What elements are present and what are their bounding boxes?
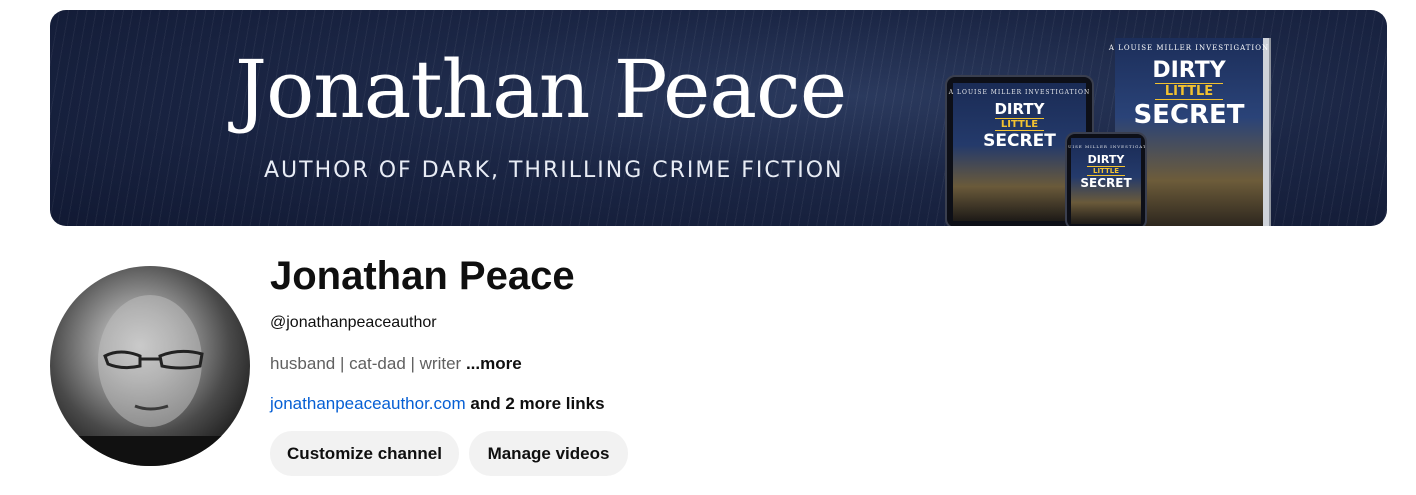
- customize-channel-button[interactable]: Customize channel: [270, 431, 459, 476]
- channel-name: Jonathan Peace: [270, 254, 575, 298]
- description-more-button[interactable]: ...more: [466, 354, 522, 373]
- phone-book-cover: A LOUISE MILLER INVESTIGATION DIRTY LITT…: [1067, 138, 1145, 224]
- more-links-button[interactable]: and 2 more links: [470, 394, 604, 413]
- book-title-word3: SECRET: [1080, 176, 1132, 190]
- banner-tagline: AUTHOR OF DARK, THRILLING CRIME FICTION: [264, 158, 844, 183]
- book-title-word2: LITTLE: [994, 118, 1045, 131]
- banner-title: Jonathan Peace: [235, 43, 847, 136]
- book-title-word1: DIRTY: [994, 100, 1045, 118]
- book-title-word2: LITTLE: [1086, 166, 1126, 176]
- avatar-portrait: [50, 295, 250, 466]
- book-series-label: A LOUISE MILLER INVESTIGATION: [948, 89, 1091, 96]
- channel-description: husband | cat-dad | writer ...more: [270, 354, 522, 374]
- book-title-word1: DIRTY: [1152, 58, 1226, 83]
- book-series-label: A LOUISE MILLER INVESTIGATION: [1067, 144, 1147, 149]
- manage-videos-button[interactable]: Manage videos: [469, 431, 628, 476]
- channel-banner: Jonathan Peace AUTHOR OF DARK, THRILLING…: [50, 10, 1387, 226]
- channel-avatar[interactable]: [50, 266, 250, 466]
- book-series-label: A LOUISE MILLER INVESTIGATION: [1108, 44, 1270, 52]
- description-text: husband | cat-dad | writer: [270, 354, 462, 373]
- website-link[interactable]: jonathanpeaceauthor.com: [270, 394, 466, 413]
- book-title-word2: LITTLE: [1154, 83, 1224, 100]
- channel-links: jonathanpeaceauthor.com and 2 more links: [270, 394, 605, 414]
- book-title-word3: SECRET: [1133, 100, 1245, 130]
- book-title-word1: DIRTY: [1087, 153, 1125, 166]
- phone-mockup: A LOUISE MILLER INVESTIGATION DIRTY LITT…: [1065, 132, 1147, 226]
- channel-handle: @jonathanpeaceauthor: [270, 314, 437, 331]
- book-title-word3: SECRET: [983, 131, 1056, 151]
